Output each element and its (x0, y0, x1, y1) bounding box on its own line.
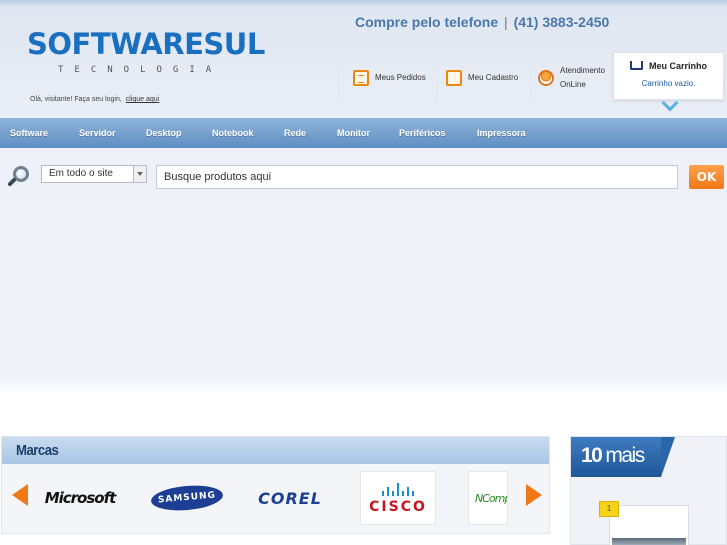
top10-label: mais (605, 444, 645, 467)
brand-logo-cisco[interactable]: CISCO (360, 471, 436, 525)
nav-item-servidor[interactable]: Servidor (79, 128, 116, 138)
support-person-icon (538, 69, 554, 86)
shopping-cart[interactable]: Meu Carrinho Carrinho vazio. (613, 52, 724, 112)
login-link[interactable]: clique aqui (126, 96, 159, 103)
edit-icon (446, 69, 462, 86)
online-support-line2: OnLine (560, 79, 586, 89)
top10-panel: 10 mais 1 (570, 436, 727, 545)
nav-item-notebook[interactable]: Notebook (212, 128, 254, 138)
cisco-wordmark: CISCO (369, 498, 427, 515)
brand-logo-ncomputing[interactable]: NComputing (468, 471, 508, 525)
magnifier-handle (7, 177, 17, 187)
phone-number: (41) 3883-2450 (513, 14, 610, 30)
brand-logo-microsoft[interactable]: Microsoft (40, 471, 120, 525)
search-scope-value: Em todo o site (49, 168, 113, 179)
cart-status: Carrinho vazio. (641, 79, 696, 88)
brand-logo-samsung[interactable]: SAMSUNG (149, 471, 224, 525)
site-logo[interactable]: SOFTWARESUL TECNOLOGIA (27, 28, 265, 75)
cart-title-label: Meu Carrinho (648, 61, 707, 71)
arrow-left-icon[interactable] (12, 484, 28, 506)
brands-header: Marcas (2, 437, 549, 464)
online-support-label: Atendimento OnLine (560, 64, 605, 92)
logo-tagline: TECNOLOGIA (58, 65, 223, 75)
search-ok-button[interactable]: OK (689, 165, 724, 189)
nav-item-monitor[interactable]: Monitor (337, 128, 370, 138)
nav-item-software[interactable]: Software (10, 128, 48, 138)
product-thumbnail[interactable] (612, 538, 686, 545)
search-icon (7, 164, 33, 188)
rank-badge: 1 (599, 501, 619, 517)
my-account-link[interactable]: Meu Cadastro (436, 50, 530, 105)
greeting-text: Olá, visitante! Faça seu login, (30, 96, 122, 103)
top10-tab: 10 mais (571, 437, 675, 477)
nav-item-perifericos[interactable]: Periféricos (399, 128, 446, 138)
login-greeting: Olá, visitante! Faça seu login, clique a… (30, 96, 159, 103)
cart-title: Meu Carrinho (614, 61, 723, 71)
search-input[interactable] (156, 165, 678, 189)
dropdown-arrow-icon[interactable] (133, 166, 146, 182)
chevron-down-icon[interactable] (661, 94, 679, 112)
my-orders-link[interactable]: Meus Pedidos (338, 50, 436, 105)
document-icon (353, 69, 369, 86)
top10-product-card[interactable] (609, 505, 689, 545)
arrow-right-icon[interactable] (526, 484, 542, 506)
category-nav: Software Servidor Desktop Notebook Rede … (0, 118, 727, 148)
online-support-line1: Atendimento (560, 65, 605, 75)
nav-item-impressora[interactable]: Impressora (477, 128, 526, 138)
brand-logo-corel[interactable]: COREL (250, 471, 330, 525)
phone-label: Compre pelo telefone (355, 14, 499, 30)
phone-banner: Compre pelo telefone | (41) 3883-2450 (355, 14, 609, 30)
top10-title: 10 mais (581, 444, 645, 468)
my-orders-label: Meus Pedidos (375, 73, 426, 82)
cisco-bars-icon (382, 482, 414, 496)
brands-panel: Marcas Microsoft SAMSUNG COREL CISCO NCo… (1, 436, 550, 534)
nav-item-desktop[interactable]: Desktop (146, 128, 182, 138)
phone-separator: | (504, 14, 508, 30)
brands-title: Marcas (16, 442, 59, 459)
top-strip (0, 0, 727, 7)
top10-number: 10 (581, 444, 603, 467)
nav-item-rede[interactable]: Rede (284, 128, 306, 138)
cart-icon (629, 61, 643, 70)
logo-name: SOFTWARESUL (27, 27, 265, 61)
search-scope-select[interactable]: Em todo o site (41, 165, 147, 183)
my-account-label: Meu Cadastro (468, 73, 519, 82)
online-support-link[interactable]: Atendimento OnLine (530, 50, 612, 105)
samsung-ellipse: SAMSUNG (149, 482, 224, 514)
